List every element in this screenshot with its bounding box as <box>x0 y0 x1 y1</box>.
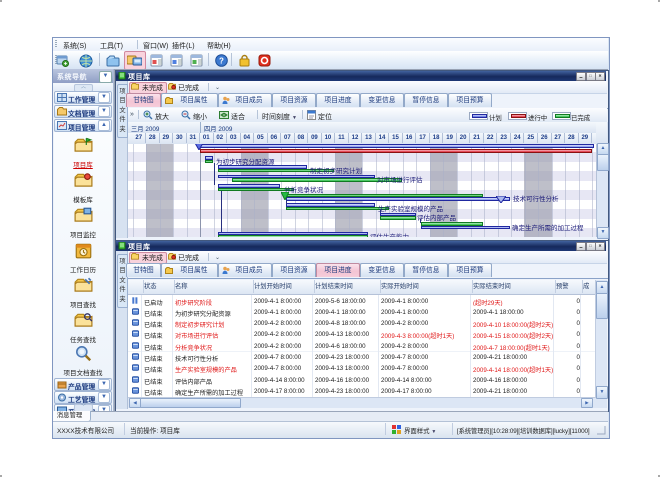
svg-text:?: ? <box>219 57 224 66</box>
